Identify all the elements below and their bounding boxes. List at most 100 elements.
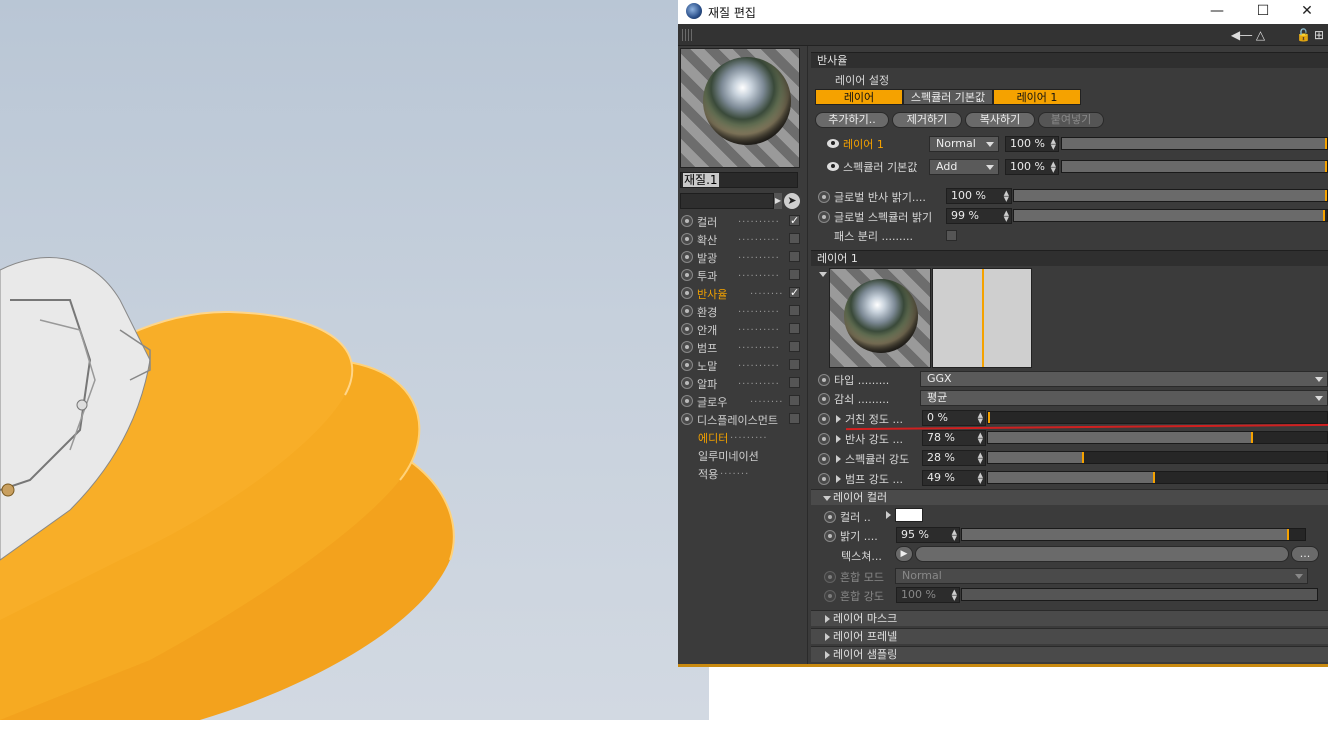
- anim-radio[interactable]: [824, 571, 836, 583]
- channel-radio[interactable]: [681, 305, 693, 317]
- 3d-viewport[interactable]: [0, 0, 709, 720]
- nav-item-assign[interactable]: 적용 .......: [678, 464, 808, 482]
- roughness-field[interactable]: 0 % ▲ ▼: [922, 410, 986, 426]
- layer-1-name[interactable]: 레이어 1: [843, 136, 884, 152]
- tab-specular-default[interactable]: 스펙큘러 기본값: [903, 89, 993, 105]
- channel-row-diffusion[interactable]: 확산 ..........: [678, 230, 808, 248]
- anim-radio[interactable]: [818, 473, 830, 485]
- minimize-button[interactable]: —: [1194, 0, 1240, 24]
- brightness-field[interactable]: 95 % ▲ ▼: [896, 527, 960, 543]
- expand-triangle-icon[interactable]: [836, 455, 841, 463]
- specular-strength-field[interactable]: 28 % ▲ ▼: [922, 450, 986, 466]
- roughness-slider[interactable]: [987, 411, 1328, 424]
- copy-layer-button[interactable]: 복사하기: [965, 112, 1035, 128]
- global-specular-brightness-slider[interactable]: [1013, 209, 1328, 222]
- channel-row-transparency[interactable]: 투과 ..........: [678, 266, 808, 284]
- add-layer-button[interactable]: 추가하기..: [815, 112, 889, 128]
- anim-radio[interactable]: [818, 453, 830, 465]
- anim-radio[interactable]: [818, 393, 830, 405]
- channel-radio[interactable]: [681, 251, 693, 263]
- material-name-field[interactable]: 재질.1: [680, 172, 798, 188]
- layer-2-opacity-slider[interactable]: [1061, 160, 1328, 173]
- falloff-graph[interactable]: [932, 268, 1032, 368]
- channel-row-environment[interactable]: 환경 ..........: [678, 302, 808, 320]
- section-layer-sampling[interactable]: 레이어 샘플링: [811, 646, 1328, 662]
- channel-radio[interactable]: [681, 269, 693, 281]
- channel-checkbox[interactable]: [789, 269, 800, 280]
- anim-radio[interactable]: [818, 433, 830, 445]
- anim-radio[interactable]: [824, 530, 836, 542]
- bump-strength-field[interactable]: 49 % ▲ ▼: [922, 470, 986, 486]
- channel-radio[interactable]: [681, 215, 693, 227]
- maximize-button[interactable]: ☐: [1240, 0, 1286, 24]
- lock-icon[interactable]: 🔓: [1296, 27, 1311, 43]
- tab-layer-1[interactable]: 레이어 1: [993, 89, 1081, 105]
- channel-checkbox[interactable]: [789, 377, 800, 388]
- grip-icon[interactable]: [682, 29, 694, 41]
- channel-radio[interactable]: [681, 323, 693, 335]
- anim-radio[interactable]: [818, 211, 830, 223]
- channel-radio[interactable]: [681, 377, 693, 389]
- channel-radio[interactable]: [681, 341, 693, 353]
- layer-2-name[interactable]: 스펙큘러 기본값: [843, 159, 917, 175]
- pass-separation-checkbox[interactable]: [946, 230, 957, 241]
- color-swatch[interactable]: [895, 508, 923, 522]
- brightness-slider[interactable]: [961, 528, 1306, 541]
- channel-checkbox[interactable]: [789, 395, 800, 406]
- channel-checkbox[interactable]: [789, 341, 800, 352]
- channel-radio[interactable]: [681, 413, 693, 425]
- global-reflection-brightness-field[interactable]: 100 % ▲ ▼: [946, 188, 1012, 204]
- channel-checkbox[interactable]: [789, 323, 800, 334]
- layer-1-opacity-field[interactable]: 100 % ▲ ▼: [1005, 136, 1059, 152]
- channel-row-glow[interactable]: 글로우 ........: [678, 392, 808, 410]
- layer-2-opacity-field[interactable]: 100 % ▲ ▼: [1005, 159, 1059, 175]
- channel-row-displacement[interactable]: 디스플레이스먼트: [678, 410, 808, 428]
- tab-layers[interactable]: 레이어: [815, 89, 903, 105]
- section-layer-color[interactable]: 레이어 컬러: [811, 489, 1328, 505]
- global-reflection-brightness-slider[interactable]: [1013, 189, 1328, 202]
- channel-checkbox[interactable]: [789, 305, 800, 316]
- channel-checkbox[interactable]: [789, 413, 800, 424]
- anim-radio[interactable]: [818, 374, 830, 386]
- channel-row-color[interactable]: 컬러 .......... ✓: [678, 212, 808, 230]
- anim-radio[interactable]: [818, 191, 830, 203]
- section-layer-mask[interactable]: 레이어 마스크: [811, 610, 1328, 626]
- specular-strength-slider[interactable]: [987, 451, 1328, 464]
- type-dropdown[interactable]: GGX: [920, 371, 1328, 387]
- channel-checkbox[interactable]: ✓: [789, 287, 800, 298]
- pointer-icon[interactable]: ➤: [784, 193, 800, 209]
- channel-row-luminance[interactable]: 발광 ..........: [678, 248, 808, 266]
- visibility-eye-icon[interactable]: [827, 139, 839, 148]
- expand-triangle-icon[interactable]: [886, 511, 891, 519]
- channel-checkbox[interactable]: ✓: [789, 215, 800, 226]
- channel-row-fog[interactable]: 안개 ..........: [678, 320, 808, 338]
- expand-arrow-icon[interactable]: ▶: [774, 193, 782, 209]
- bump-strength-slider[interactable]: [987, 471, 1328, 484]
- global-specular-brightness-field[interactable]: 99 % ▲ ▼: [946, 208, 1012, 224]
- channel-radio[interactable]: [681, 287, 693, 299]
- visibility-eye-icon[interactable]: [827, 162, 839, 171]
- texture-arrow-button[interactable]: ▶: [895, 546, 913, 562]
- channel-row-normal[interactable]: 노말 ..........: [678, 356, 808, 374]
- channel-radio[interactable]: [681, 233, 693, 245]
- title-bar[interactable]: 재질 편집 — ☐ ✕: [678, 0, 1328, 24]
- collapse-triangle-icon[interactable]: [819, 272, 827, 277]
- channel-row-alpha[interactable]: 알파 ..........: [678, 374, 808, 392]
- channel-row-bump[interactable]: 범프 ..........: [678, 338, 808, 356]
- close-button[interactable]: ✕: [1284, 0, 1328, 24]
- texture-slot[interactable]: [915, 546, 1289, 562]
- layer-2-blend-dropdown[interactable]: Add: [929, 159, 999, 175]
- channel-filter-input[interactable]: [680, 193, 774, 209]
- expand-triangle-icon[interactable]: [836, 435, 841, 443]
- anim-radio[interactable]: [824, 590, 836, 602]
- channel-radio[interactable]: [681, 359, 693, 371]
- reflection-strength-field[interactable]: 78 % ▲ ▼: [922, 430, 986, 446]
- section-layer-fresnel[interactable]: 레이어 프레넬: [811, 628, 1328, 644]
- blend-mode-dropdown[interactable]: Normal: [895, 568, 1308, 584]
- anim-radio[interactable]: [818, 413, 830, 425]
- layer-preview[interactable]: [829, 268, 931, 368]
- texture-browse-button[interactable]: ...: [1291, 546, 1319, 562]
- layer-1-blend-dropdown[interactable]: Normal: [929, 136, 999, 152]
- material-preview[interactable]: [680, 48, 800, 168]
- nav-item-editor[interactable]: 에디터 .........: [678, 428, 808, 446]
